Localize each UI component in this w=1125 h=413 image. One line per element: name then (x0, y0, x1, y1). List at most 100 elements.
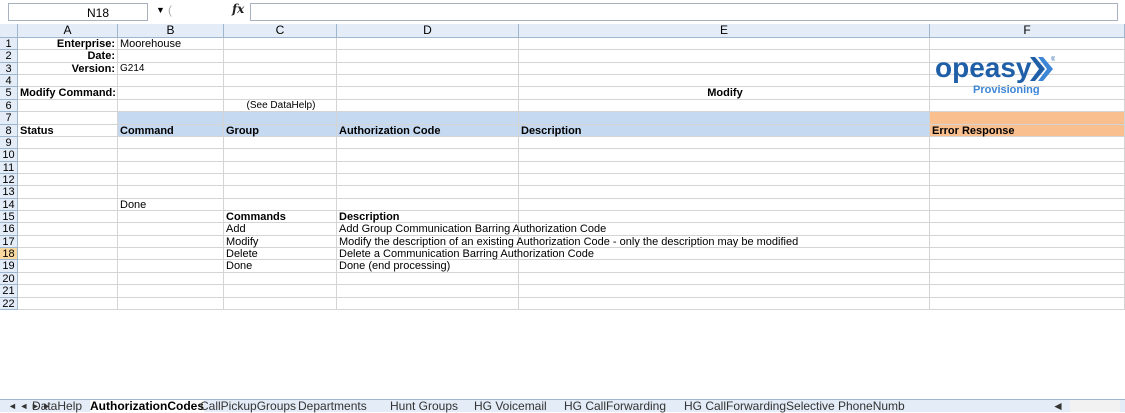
cell-a7[interactable] (18, 112, 118, 125)
cell-e20[interactable] (519, 272, 930, 286)
cell-b11[interactable] (118, 161, 224, 174)
cell-f7[interactable] (930, 112, 1125, 125)
cell-b15[interactable] (118, 211, 224, 224)
cell-c7[interactable] (224, 112, 337, 125)
cell-c5[interactable] (224, 87, 337, 100)
sheet-tab-datahelp[interactable]: DataHelp (32, 400, 82, 412)
cell-f19[interactable] (930, 260, 1125, 273)
column-header-e[interactable]: E (519, 24, 930, 38)
cell-b22[interactable] (118, 297, 224, 310)
cell-a17[interactable] (18, 235, 118, 249)
cell-c2[interactable] (224, 50, 337, 63)
cell-c10[interactable] (224, 149, 337, 162)
row-header-3[interactable]: 3 (0, 62, 18, 76)
cell-a9[interactable] (18, 136, 118, 150)
cell-a13[interactable] (18, 186, 118, 199)
cell-b19[interactable] (118, 260, 224, 273)
cell-d3[interactable] (337, 62, 519, 76)
cell-b2[interactable] (118, 50, 224, 63)
cell-e7[interactable] (519, 112, 930, 125)
cell-b8[interactable]: Command (118, 124, 224, 137)
cell-f18[interactable] (930, 248, 1125, 261)
cell-f11[interactable] (930, 161, 1125, 174)
cell-f17[interactable] (930, 235, 1125, 249)
cell-e6[interactable] (519, 99, 930, 113)
cell-c15[interactable]: Commands (224, 211, 337, 224)
cell-e2[interactable] (519, 50, 930, 63)
cell-a12[interactable] (18, 173, 118, 187)
cell-b16[interactable] (118, 223, 224, 236)
row-header-12[interactable]: 12 (0, 173, 18, 187)
cell-b9[interactable] (118, 136, 224, 150)
name-box-dropdown-icon[interactable]: ▼ (156, 5, 165, 15)
row-header-1[interactable]: 1 (0, 38, 18, 51)
cell-c13[interactable] (224, 186, 337, 199)
cell-c19[interactable]: Done (224, 260, 337, 273)
cell-a15[interactable] (18, 211, 118, 224)
cell-b4[interactable] (118, 75, 224, 88)
cell-f14[interactable] (930, 198, 1125, 212)
cell-a4[interactable] (18, 75, 118, 88)
cell-f8[interactable]: Error Response (930, 124, 1125, 137)
cell-d13[interactable] (337, 186, 519, 199)
cell-e16[interactable] (519, 223, 930, 236)
cell-c14[interactable] (224, 198, 337, 212)
cell-f15[interactable] (930, 211, 1125, 224)
cell-f6[interactable] (930, 99, 1125, 113)
tab-scroll-left-icon[interactable]: ◄ (1052, 400, 1064, 412)
cell-f10[interactable] (930, 149, 1125, 162)
row-header-14[interactable]: 14 (0, 198, 18, 212)
row-header-17[interactable]: 17 (0, 235, 18, 249)
row-header-2[interactable]: 2 (0, 50, 18, 63)
cell-a18[interactable] (18, 248, 118, 261)
cell-c17[interactable]: Modify (224, 235, 337, 249)
cell-e14[interactable] (519, 198, 930, 212)
cell-f22[interactable] (930, 297, 1125, 310)
cell-b7[interactable] (118, 112, 224, 125)
cell-d18[interactable]: Delete a Communication Barring Authoriza… (337, 248, 594, 261)
sheet-tab-hg-callforwardingselective[interactable]: HG CallForwardingSelective (684, 400, 835, 412)
cell-b5[interactable] (118, 87, 224, 100)
cell-e11[interactable] (519, 161, 930, 174)
cell-e21[interactable] (519, 285, 930, 298)
cell-d10[interactable] (337, 149, 519, 162)
cell-f13[interactable] (930, 186, 1125, 199)
cell-d21[interactable] (337, 285, 519, 298)
cell-d15[interactable]: Description (337, 211, 519, 224)
cell-d20[interactable] (337, 272, 519, 286)
cell-b18[interactable] (118, 248, 224, 261)
cell-a19[interactable] (18, 260, 118, 273)
cell-c4[interactable] (224, 75, 337, 88)
row-header-8[interactable]: 8 (0, 124, 18, 137)
row-header-13[interactable]: 13 (0, 186, 18, 199)
row-header-5[interactable]: 5 (0, 87, 18, 100)
cell-b21[interactable] (118, 285, 224, 298)
cell-d14[interactable] (337, 198, 519, 212)
cell-e1[interactable] (519, 38, 930, 51)
cell-e3[interactable] (519, 62, 930, 76)
cell-e8[interactable]: Description (519, 124, 930, 137)
cell-b12[interactable] (118, 173, 224, 187)
cell-e13[interactable] (519, 186, 930, 199)
sheet-tab-callpickupgroups[interactable]: CallPickupGroups (200, 400, 296, 412)
cell-f12[interactable] (930, 173, 1125, 187)
row-header-9[interactable]: 9 (0, 136, 18, 150)
horizontal-scrollbar[interactable] (1070, 400, 1120, 412)
cell-a14[interactable] (18, 198, 118, 212)
cell-a5[interactable]: Modify Command: (18, 87, 118, 100)
column-header-f[interactable]: F (930, 24, 1125, 38)
cell-c22[interactable] (224, 297, 337, 310)
cell-d8[interactable]: Authorization Code (337, 124, 519, 137)
insert-function-icon[interactable]: fx (232, 2, 244, 16)
cell-d19[interactable]: Done (end processing) (337, 260, 519, 273)
cell-d17[interactable]: Modify the description of an existing Au… (337, 235, 798, 249)
row-header-16[interactable]: 16 (0, 223, 18, 236)
sheet-tab-authorizationcodes[interactable]: AuthorizationCodes (90, 400, 204, 412)
cell-d16[interactable]: Add Group Communication Barring Authoriz… (337, 223, 606, 236)
cell-b3[interactable]: G214 (118, 62, 224, 76)
cell-c21[interactable] (224, 285, 337, 298)
cell-e10[interactable] (519, 149, 930, 162)
row-header-20[interactable]: 20 (0, 272, 18, 286)
column-header-d[interactable]: D (337, 24, 519, 38)
cell-a22[interactable] (18, 297, 118, 310)
